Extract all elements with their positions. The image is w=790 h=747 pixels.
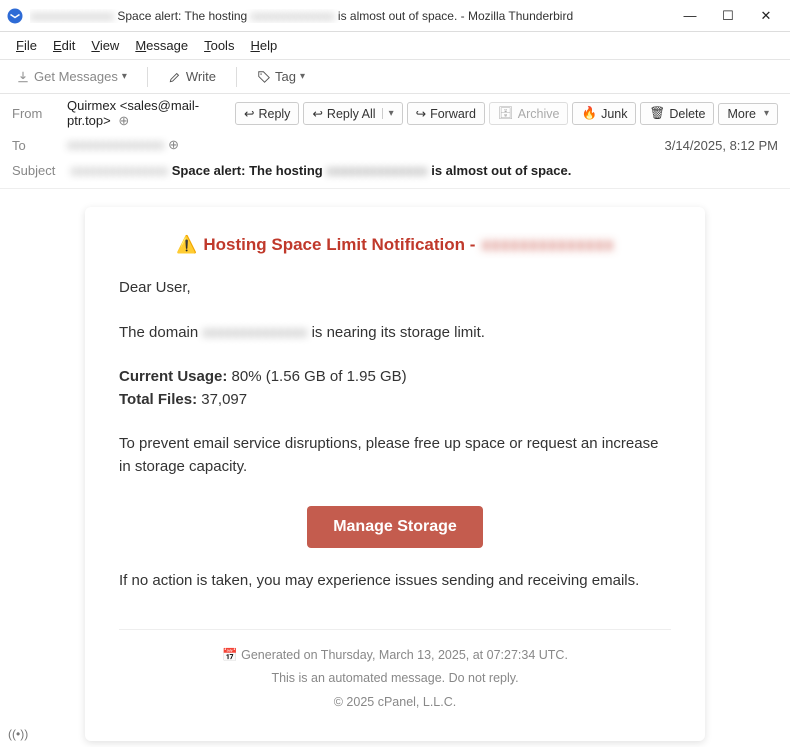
contact-star-icon[interactable]: ⊕	[168, 137, 179, 152]
menu-view[interactable]: View	[85, 36, 125, 55]
message-date: 3/14/2025, 8:12 PM	[665, 138, 778, 153]
menubar: FFileile Edit View Message Tools Help	[0, 32, 790, 60]
reply-button[interactable]: ↩Reply	[235, 102, 299, 125]
more-button[interactable]: More▾	[718, 103, 778, 125]
write-button[interactable]: Write	[162, 66, 222, 87]
archive-button[interactable]: 🗄Archive	[489, 102, 569, 125]
to-label: To	[12, 138, 67, 153]
from-label: From	[12, 106, 67, 121]
domain-line: The domain xxxxxxxxxxxxxx is nearing its…	[119, 322, 671, 345]
from-value: Quirmex <sales@mail-ptr.top> ⊕	[67, 98, 235, 129]
download-icon	[16, 70, 30, 84]
reply-all-button[interactable]: ↩Reply All▾	[303, 102, 402, 125]
thunderbird-icon	[6, 7, 24, 25]
trash-icon: 🗑	[649, 106, 665, 121]
warning-icon: ⚠️	[176, 235, 197, 255]
chevron-down-icon[interactable]: ▾	[382, 108, 394, 119]
separator	[147, 67, 148, 87]
maximize-button[interactable]: ☐	[718, 8, 738, 24]
tag-icon	[257, 70, 271, 84]
titlebar: xxxxxxxxxxxxxx Space alert: The hosting …	[0, 0, 790, 32]
get-messages-button[interactable]: Get Messages ▾	[10, 66, 133, 87]
chevron-down-icon: ▾	[122, 71, 127, 82]
warning-text: If no action is taken, you may experienc…	[119, 570, 671, 593]
pencil-icon	[168, 70, 182, 84]
menu-message[interactable]: Message	[129, 36, 194, 55]
tag-button[interactable]: Tag ▾	[251, 66, 311, 87]
menu-file[interactable]: FFileile	[10, 36, 43, 55]
calendar-icon: 📅	[222, 648, 238, 662]
to-value: xxxxxxxxxxxxxxx ⊕	[67, 137, 665, 153]
email-card: ⚠️ Hosting Space Limit Notification - xx…	[85, 207, 705, 741]
toolbar: Get Messages ▾ Write Tag ▾	[0, 60, 790, 94]
close-button[interactable]: ✕	[756, 8, 776, 24]
menu-edit[interactable]: Edit	[47, 36, 81, 55]
window-title: xxxxxxxxxxxxxx Space alert: The hosting …	[30, 9, 680, 23]
message-body: ⚠️ Hosting Space Limit Notification - xx…	[0, 189, 790, 741]
junk-button[interactable]: 🔥Junk	[572, 102, 636, 125]
notification-title: ⚠️ Hosting Space Limit Notification - xx…	[119, 235, 671, 255]
menu-tools[interactable]: Tools	[198, 36, 240, 55]
archive-icon: 🗄	[498, 106, 514, 121]
menu-help[interactable]: Help	[244, 36, 283, 55]
reply-all-icon: ↩	[312, 106, 322, 121]
contact-star-icon[interactable]: ⊕	[118, 113, 129, 128]
usage-block: Current Usage: 80% (1.56 GB of 1.95 GB) …	[119, 366, 671, 411]
subject-row: Subject xxxxxxxxxxxxxxx Space alert: The…	[0, 157, 790, 189]
greeting: Dear User,	[119, 277, 671, 300]
delete-button[interactable]: 🗑Delete	[640, 102, 714, 125]
subject-text-2: is almost out of space.	[431, 163, 571, 178]
manage-storage-button[interactable]: Manage Storage	[307, 506, 483, 548]
minimize-button[interactable]: —	[680, 8, 700, 24]
subject-text-1: Space alert: The hosting	[172, 163, 323, 178]
chevron-down-icon: ▾	[300, 71, 305, 82]
prevention-text: To prevent email service disruptions, pl…	[119, 433, 671, 478]
email-footer: 📅 Generated on Thursday, March 13, 2025,…	[119, 644, 671, 715]
forward-button[interactable]: ↪Forward	[407, 102, 485, 125]
junk-icon: 🔥	[581, 106, 597, 121]
divider	[119, 629, 671, 630]
status-indicator: ((•))	[8, 727, 28, 741]
forward-icon: ↪	[416, 106, 426, 121]
to-row: To xxxxxxxxxxxxxxx ⊕ 3/14/2025, 8:12 PM	[0, 133, 790, 157]
separator	[236, 67, 237, 87]
chevron-down-icon: ▾	[764, 108, 769, 119]
subject-label: Subject	[12, 163, 67, 178]
from-row: From Quirmex <sales@mail-ptr.top> ⊕ ↩Rep…	[0, 94, 790, 133]
reply-icon: ↩	[244, 106, 254, 121]
